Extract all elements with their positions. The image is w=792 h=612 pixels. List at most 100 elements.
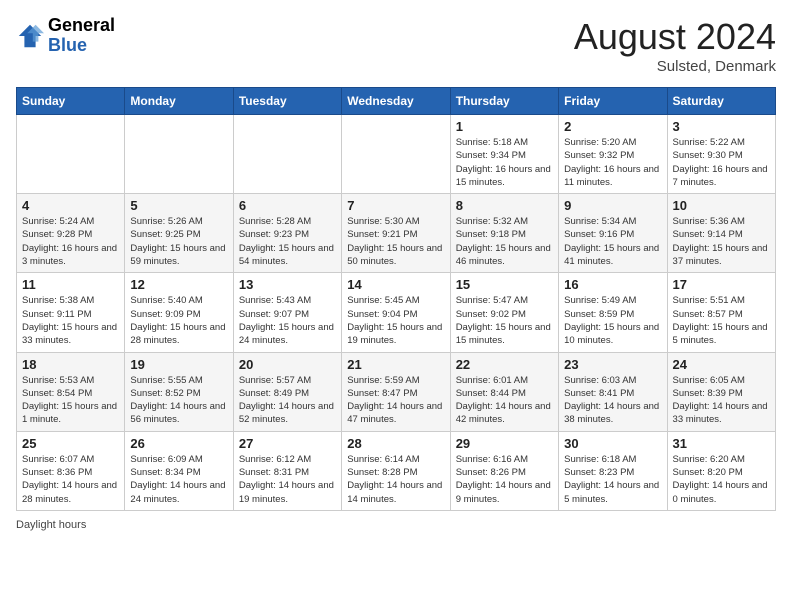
day-number: 30 bbox=[564, 436, 661, 451]
day-info: Sunrise: 5:34 AM Sunset: 9:16 PM Dayligh… bbox=[564, 215, 661, 268]
calendar-cell: 29Sunrise: 6:16 AM Sunset: 8:26 PM Dayli… bbox=[450, 431, 558, 510]
day-number: 11 bbox=[22, 277, 119, 292]
calendar-header-monday: Monday bbox=[125, 88, 233, 115]
calendar-week-row: 18Sunrise: 5:53 AM Sunset: 8:54 PM Dayli… bbox=[17, 352, 776, 431]
day-number: 14 bbox=[347, 277, 444, 292]
day-info: Sunrise: 5:40 AM Sunset: 9:09 PM Dayligh… bbox=[130, 294, 227, 347]
location-subtitle: Sulsted, Denmark bbox=[574, 58, 776, 75]
calendar-cell: 10 Sunrise: 5:36 AM Sunset: 9:14 PM Dayli… bbox=[667, 194, 775, 273]
day-number: 24 bbox=[673, 357, 770, 372]
day-number: 23 bbox=[564, 357, 661, 372]
day-number: 7 bbox=[347, 198, 444, 213]
calendar-cell: 4 Sunrise: 5:24 AM Sunset: 9:28 PM Daylig… bbox=[17, 194, 125, 273]
day-info: Sunrise: 6:09 AM Sunset: 8:34 PM Dayligh… bbox=[130, 453, 227, 506]
calendar-header-thursday: Thursday bbox=[450, 88, 558, 115]
calendar-cell: 31Sunrise: 6:20 AM Sunset: 8:20 PM Dayli… bbox=[667, 431, 775, 510]
calendar-cell: 24 Sunrise: 6:05 AM Sunset: 8:39 PM Dayli… bbox=[667, 352, 775, 431]
day-number: 6 bbox=[239, 198, 336, 213]
calendar-cell: 30 Sunrise: 6:18 AM Sunset: 8:23 PM Dayli… bbox=[559, 431, 667, 510]
calendar-cell bbox=[125, 115, 233, 194]
day-number: 5 bbox=[130, 198, 227, 213]
calendar-week-row: 25 Sunrise: 6:07 AM Sunset: 8:36 PM Dayli… bbox=[17, 431, 776, 510]
day-info: Sunrise: 5:47 AM Sunset: 9:02 PM Dayligh… bbox=[456, 294, 553, 347]
logo: General Blue bbox=[16, 16, 115, 56]
logo-text: General Blue bbox=[48, 16, 115, 56]
day-info: Sunrise: 5:51 AM Sunset: 8:57 PM Dayligh… bbox=[673, 294, 770, 347]
calendar-cell: 3 Sunrise: 5:22 AM Sunset: 9:30 PM Daylig… bbox=[667, 115, 775, 194]
day-number: 16 bbox=[564, 277, 661, 292]
calendar-cell: 9Sunrise: 5:34 AM Sunset: 9:16 PM Daylig… bbox=[559, 194, 667, 273]
day-info: Sunrise: 6:18 AM Sunset: 8:23 PM Dayligh… bbox=[564, 453, 661, 506]
calendar-header-row: SundayMondayTuesdayWednesdayThursdayFrid… bbox=[17, 88, 776, 115]
day-number: 10 bbox=[673, 198, 770, 213]
calendar-week-row: 11 Sunrise: 5:38 AM Sunset: 9:11 PM Dayli… bbox=[17, 273, 776, 352]
day-info: Sunrise: 5:59 AM Sunset: 8:47 PM Dayligh… bbox=[347, 374, 444, 427]
day-number: 3 bbox=[673, 119, 770, 134]
calendar-cell: 1Sunrise: 5:18 AM Sunset: 9:34 PM Daylig… bbox=[450, 115, 558, 194]
day-info: Sunrise: 6:03 AM Sunset: 8:41 PM Dayligh… bbox=[564, 374, 661, 427]
calendar-cell: 15 Sunrise: 5:47 AM Sunset: 9:02 PM Dayli… bbox=[450, 273, 558, 352]
day-number: 1 bbox=[456, 119, 553, 134]
calendar-cell: 20Sunrise: 5:57 AM Sunset: 8:49 PM Dayli… bbox=[233, 352, 341, 431]
calendar-week-row: 1Sunrise: 5:18 AM Sunset: 9:34 PM Daylig… bbox=[17, 115, 776, 194]
logo-blue: Blue bbox=[48, 36, 115, 56]
calendar-week-row: 4 Sunrise: 5:24 AM Sunset: 9:28 PM Daylig… bbox=[17, 194, 776, 273]
calendar-cell: 11 Sunrise: 5:38 AM Sunset: 9:11 PM Dayli… bbox=[17, 273, 125, 352]
day-number: 21 bbox=[347, 357, 444, 372]
day-number: 28 bbox=[347, 436, 444, 451]
day-info: Sunrise: 5:22 AM Sunset: 9:30 PM Dayligh… bbox=[673, 136, 770, 189]
calendar-cell: 18Sunrise: 5:53 AM Sunset: 8:54 PM Dayli… bbox=[17, 352, 125, 431]
calendar-header-friday: Friday bbox=[559, 88, 667, 115]
calendar-header-wednesday: Wednesday bbox=[342, 88, 450, 115]
day-number: 22 bbox=[456, 357, 553, 372]
day-info: Sunrise: 6:20 AM Sunset: 8:20 PM Dayligh… bbox=[673, 453, 770, 506]
day-info: Sunrise: 5:26 AM Sunset: 9:25 PM Dayligh… bbox=[130, 215, 227, 268]
day-info: Sunrise: 5:30 AM Sunset: 9:21 PM Dayligh… bbox=[347, 215, 444, 268]
day-number: 4 bbox=[22, 198, 119, 213]
calendar-cell bbox=[17, 115, 125, 194]
day-info: Sunrise: 6:16 AM Sunset: 8:26 PM Dayligh… bbox=[456, 453, 553, 506]
day-number: 19 bbox=[130, 357, 227, 372]
day-info: Sunrise: 5:24 AM Sunset: 9:28 PM Dayligh… bbox=[22, 215, 119, 268]
day-info: Sunrise: 6:05 AM Sunset: 8:39 PM Dayligh… bbox=[673, 374, 770, 427]
day-number: 25 bbox=[22, 436, 119, 451]
day-info: Sunrise: 6:01 AM Sunset: 8:44 PM Dayligh… bbox=[456, 374, 553, 427]
day-info: Sunrise: 5:20 AM Sunset: 9:32 PM Dayligh… bbox=[564, 136, 661, 189]
day-number: 15 bbox=[456, 277, 553, 292]
day-info: Sunrise: 5:38 AM Sunset: 9:11 PM Dayligh… bbox=[22, 294, 119, 347]
calendar-cell: 6 Sunrise: 5:28 AM Sunset: 9:23 PM Daylig… bbox=[233, 194, 341, 273]
title-block: August 2024 Sulsted, Denmark bbox=[574, 16, 776, 75]
logo-icon bbox=[16, 22, 44, 50]
day-info: Sunrise: 5:45 AM Sunset: 9:04 PM Dayligh… bbox=[347, 294, 444, 347]
day-number: 12 bbox=[130, 277, 227, 292]
day-number: 2 bbox=[564, 119, 661, 134]
logo-general: General bbox=[48, 16, 115, 36]
footer-note: Daylight hours bbox=[16, 519, 776, 531]
day-number: 17 bbox=[673, 277, 770, 292]
day-info: Sunrise: 5:36 AM Sunset: 9:14 PM Dayligh… bbox=[673, 215, 770, 268]
calendar-cell: 13Sunrise: 5:43 AM Sunset: 9:07 PM Dayli… bbox=[233, 273, 341, 352]
day-info: Sunrise: 5:49 AM Sunset: 8:59 PM Dayligh… bbox=[564, 294, 661, 347]
day-info: Sunrise: 5:28 AM Sunset: 9:23 PM Dayligh… bbox=[239, 215, 336, 268]
calendar-cell: 19 Sunrise: 5:55 AM Sunset: 8:52 PM Dayli… bbox=[125, 352, 233, 431]
calendar-cell: 25 Sunrise: 6:07 AM Sunset: 8:36 PM Dayli… bbox=[17, 431, 125, 510]
footer-text: Daylight hours bbox=[16, 519, 86, 531]
month-title: August 2024 bbox=[574, 16, 776, 58]
day-number: 20 bbox=[239, 357, 336, 372]
calendar-cell: 26 Sunrise: 6:09 AM Sunset: 8:34 PM Dayli… bbox=[125, 431, 233, 510]
calendar-cell: 5 Sunrise: 5:26 AM Sunset: 9:25 PM Daylig… bbox=[125, 194, 233, 273]
calendar-cell: 8Sunrise: 5:32 AM Sunset: 9:18 PM Daylig… bbox=[450, 194, 558, 273]
day-info: Sunrise: 5:55 AM Sunset: 8:52 PM Dayligh… bbox=[130, 374, 227, 427]
calendar-cell: 28Sunrise: 6:14 AM Sunset: 8:28 PM Dayli… bbox=[342, 431, 450, 510]
calendar-header-sunday: Sunday bbox=[17, 88, 125, 115]
calendar-cell: 27Sunrise: 6:12 AM Sunset: 8:31 PM Dayli… bbox=[233, 431, 341, 510]
day-number: 26 bbox=[130, 436, 227, 451]
day-info: Sunrise: 6:12 AM Sunset: 8:31 PM Dayligh… bbox=[239, 453, 336, 506]
calendar-cell: 7 Sunrise: 5:30 AM Sunset: 9:21 PM Daylig… bbox=[342, 194, 450, 273]
page-header: General Blue August 2024 Sulsted, Denmar… bbox=[16, 16, 776, 75]
calendar-cell: 23 Sunrise: 6:03 AM Sunset: 8:41 PM Dayli… bbox=[559, 352, 667, 431]
day-number: 18 bbox=[22, 357, 119, 372]
calendar-cell: 12 Sunrise: 5:40 AM Sunset: 9:09 PM Dayli… bbox=[125, 273, 233, 352]
calendar-cell bbox=[342, 115, 450, 194]
day-info: Sunrise: 6:07 AM Sunset: 8:36 PM Dayligh… bbox=[22, 453, 119, 506]
